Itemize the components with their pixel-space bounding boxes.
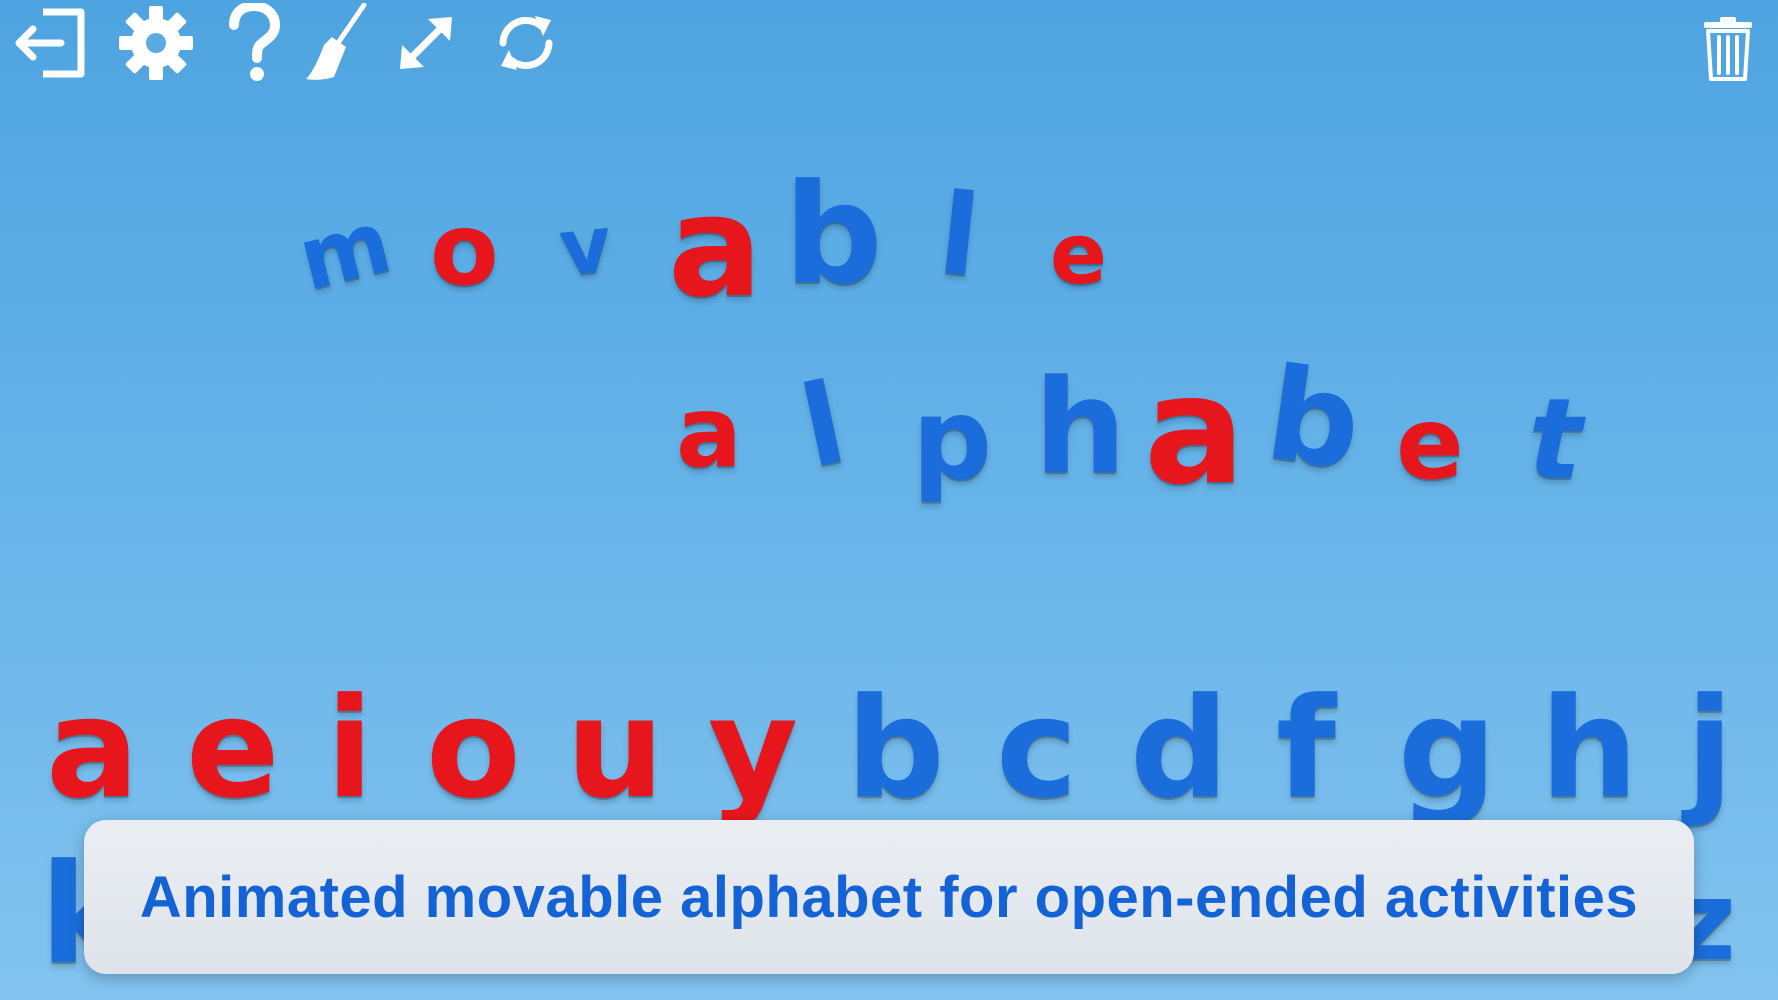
letter-tile[interactable]: l (933, 169, 985, 302)
help-button[interactable] (218, 0, 290, 86)
letter-tile[interactable]: h (1034, 362, 1127, 492)
shelf-letter[interactable]: i (326, 680, 373, 818)
shelf-letter[interactable]: d (1130, 680, 1229, 818)
fullscreen-button[interactable] (390, 0, 462, 86)
letter-tile[interactable]: a (668, 178, 762, 318)
letter-tile[interactable]: b (784, 166, 883, 304)
shelf-letter[interactable]: u (566, 680, 664, 818)
exit-icon (15, 8, 85, 78)
trash-icon (1704, 17, 1752, 81)
letter-tile[interactable]: p (912, 384, 992, 496)
gear-icon (119, 6, 193, 80)
letter-tile[interactable]: a (1144, 356, 1245, 506)
caption-text: Animated movable alphabet for open-ended… (139, 864, 1639, 930)
delete-button[interactable] (1694, 6, 1762, 92)
help-icon (229, 3, 281, 81)
shelf-letter[interactable]: a (46, 680, 139, 818)
letter-tile[interactable]: o (430, 200, 499, 300)
letter-tile[interactable]: e (1396, 394, 1464, 494)
clear-button[interactable] (300, 0, 372, 86)
caption-banner: Animated movable alphabet for open-ended… (84, 820, 1694, 974)
refresh-icon (499, 16, 553, 70)
shelf-letter[interactable]: h (1540, 680, 1638, 818)
letter-tile[interactable]: m (289, 192, 400, 311)
exit-button[interactable] (6, 0, 90, 86)
refresh-button[interactable] (488, 0, 564, 86)
shelf-letter[interactable]: f (1276, 680, 1336, 818)
letter-tile[interactable]: l (791, 358, 856, 493)
settings-button[interactable] (114, 0, 198, 86)
shelf-letter[interactable]: b (846, 680, 945, 818)
letter-tile[interactable]: a (676, 384, 742, 482)
shelf-letter[interactable]: y (708, 680, 798, 818)
shelf-letter[interactable]: e (186, 680, 280, 818)
resize-icon (400, 17, 452, 69)
letter-tile[interactable]: t (1516, 375, 1597, 505)
shelf-letter[interactable]: o (426, 680, 521, 818)
shelf-letter[interactable]: j (1686, 680, 1733, 818)
shelf-letter[interactable]: g (1398, 680, 1497, 818)
shelf-letter[interactable]: c (996, 680, 1078, 818)
letter-tile[interactable]: e (1050, 212, 1107, 296)
letter-tile[interactable]: v (555, 200, 615, 295)
broom-icon (306, 3, 367, 80)
letter-tile[interactable]: b (1258, 339, 1369, 499)
